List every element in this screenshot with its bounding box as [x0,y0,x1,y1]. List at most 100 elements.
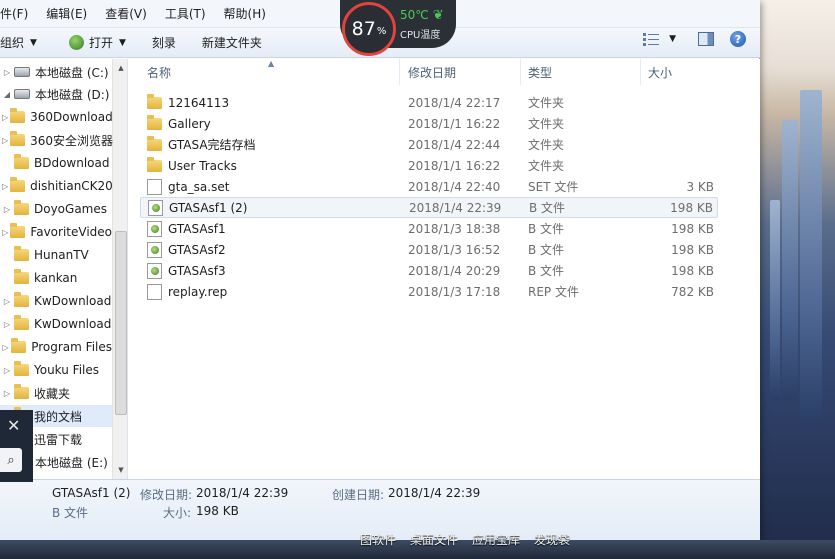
file-row[interactable]: GTASAsf2 2018/1/3 16:52 B 文件 198 KB [140,239,718,260]
nav-item[interactable]: ▷ dishitianCK20 [0,175,113,197]
expand-arrow-icon[interactable]: ▷ [2,320,12,329]
nav-item[interactable]: ◢ 本地磁盘 (D:) [0,83,112,105]
expand-arrow-icon[interactable]: ▷ [2,389,12,398]
details-size-value: 198 KB [196,504,239,518]
file-modified: 2018/1/3 16:52 [408,242,501,257]
file-type: 文件夹 [528,117,565,131]
file-name: User Tracks [168,158,237,173]
nav-item[interactable]: ▷ KwDownload [0,313,112,335]
folder-icon [14,361,29,376]
document-icon [147,283,162,300]
nav-item[interactable]: ▷ FavoriteVideo [0,221,112,243]
menu-edit[interactable]: 编辑(E) [37,5,96,22]
folder-icon [147,135,162,151]
expand-arrow-icon[interactable]: ▷ [2,297,12,306]
nav-item[interactable]: kankan [0,267,112,289]
new-folder-button[interactable]: 新建文件夹 [193,31,271,55]
nav-item[interactable]: HunanTV [0,244,112,266]
details-size-label: 大小: [163,506,192,520]
expand-arrow-icon[interactable]: ▷ [2,182,8,191]
burn-button[interactable]: 刻录 [143,31,185,55]
desktop-label[interactable]: 应用宝库 [472,531,520,548]
nav-item[interactable]: BDdownload [0,152,112,174]
nav-item[interactable]: ▷ Youku Files [0,359,112,381]
folder-icon [10,131,26,146]
file-name: gta_sa.set [168,179,230,194]
file-modified: 2018/1/4 22:40 [408,179,501,194]
file-row[interactable]: replay.rep 2018/1/3 17:18 REP 文件 782 KB [140,281,718,302]
column-header-modified[interactable]: 修改日期 [401,59,521,85]
expand-arrow-icon[interactable]: ▷ [2,68,12,77]
expand-arrow-icon[interactable]: ◢ [2,90,12,99]
desktop-label[interactable]: 桌面文件 [410,531,458,548]
expand-arrow-icon[interactable]: ▷ [2,366,12,375]
column-size-label: 大小 [648,65,673,80]
open-button[interactable]: 打开 ▼ [60,31,135,55]
column-header-size[interactable]: 大小 [641,59,721,85]
file-row[interactable]: 12164113 2018/1/4 22:17 文件夹 [140,92,718,113]
column-header-type[interactable]: 类型 [521,59,641,85]
scroll-down-icon[interactable]: ▼ [113,463,127,477]
file-name-cell: GTASAsf2 [147,241,226,258]
explorer-window: 件(F) 编辑(E) 查看(V) 工具(T) 帮助(H) 组织 ▼ 打开 ▼ 刻录 … [0,0,760,540]
folder-icon [14,246,29,261]
file-name: replay.rep [168,284,228,299]
nav-item[interactable]: ▷ 360Download [0,106,113,128]
expand-arrow-icon[interactable]: ▷ [2,205,12,214]
scroll-up-icon[interactable]: ▲ [113,61,127,75]
organize-button[interactable]: 组织 ▼ [0,31,46,55]
view-options-icon[interactable] [643,32,660,46]
scrollbar-thumb[interactable] [115,231,127,415]
file-row[interactable]: GTASAsf1 2018/1/3 18:38 B 文件 198 KB [140,218,718,239]
file-name: GTASAsf3 [168,263,226,278]
close-icon[interactable]: ✕ [7,416,20,435]
burn-label: 刻录 [151,36,176,50]
search-icon[interactable]: ⌕ [0,448,22,472]
expand-arrow-icon[interactable]: ▷ [2,228,8,237]
desktop-label[interactable]: 发现袋 [534,531,570,548]
help-icon[interactable]: ? [730,31,746,47]
gta-file-icon [147,220,162,237]
file-row[interactable]: Gallery 2018/1/1 16:22 文件夹 [140,113,718,134]
menu-tools[interactable]: 工具(T) [156,5,215,22]
nav-item[interactable]: ▷ 360安全浏览器 [0,129,113,151]
nav-item[interactable]: ▷ KwDownload [0,290,112,312]
nav-item[interactable]: ▷ 收藏夹 [0,382,112,404]
nav-item-label: 迅雷下载 [34,432,83,447]
nav-item[interactable]: ▷ 本地磁盘 (C:) [0,61,112,83]
temperature-value: 50℃ [400,8,429,22]
expand-arrow-icon[interactable]: ▷ [2,343,9,352]
file-row[interactable]: GTASA完结存档 2018/1/4 22:44 文件夹 [140,134,718,155]
expand-arrow-icon[interactable]: ▷ [2,113,8,122]
cpu-temperature-widget[interactable]: 87% 50℃ ❦ CPU温度 [340,0,456,56]
sort-ascending-icon: ▲ [268,59,275,68]
nav-scrollbar[interactable]: ▲ ▼ [112,59,127,479]
folder-icon [10,223,26,238]
column-modified-label: 修改日期 [408,65,457,80]
nav-item[interactable]: ▷ DoyoGames [0,198,112,220]
chevron-down-icon: ▼ [30,37,37,48]
nav-item[interactable]: ▷ Program Files [0,336,112,358]
file-name-cell: gta_sa.set [147,178,230,195]
chevron-down-icon[interactable]: ▼ [669,34,676,44]
file-modified: 2018/1/1 16:22 [408,116,501,131]
file-size: 3 KB [686,179,714,194]
menu-view[interactable]: 查看(V) [96,5,156,22]
file-row[interactable]: User Tracks 2018/1/1 16:22 文件夹 [140,155,718,176]
open-app-icon [68,35,84,50]
menu-help[interactable]: 帮助(H) [215,5,275,22]
file-name: GTASAsf1 [168,221,226,236]
preview-pane-icon[interactable] [698,32,714,46]
file-row[interactable]: gta_sa.set 2018/1/4 22:40 SET 文件 3 KB [140,176,718,197]
cpu-usage-ring: 87% [342,2,396,56]
file-row[interactable]: GTASAsf3 2018/1/4 20:29 B 文件 198 KB [140,260,718,281]
menu-file[interactable]: 件(F) [0,5,37,22]
file-row[interactable]: GTASAsf1 (2) 2018/1/4 22:39 B 文件 198 KB [140,197,718,218]
desktop-label[interactable]: 图软件 [360,531,396,548]
drive-icon [14,67,30,77]
nav-item-label: BDdownload [34,156,110,170]
file-name-cell: Gallery [147,114,211,131]
details-modified-label: 修改日期: [140,488,193,502]
expand-arrow-icon[interactable]: ▷ [2,136,8,145]
file-type: B 文件 [528,222,565,236]
